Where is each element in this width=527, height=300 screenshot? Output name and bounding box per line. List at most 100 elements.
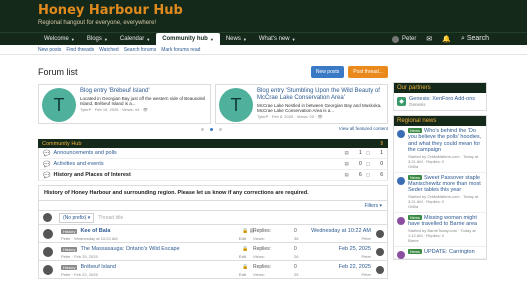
thread-title[interactable]: The Massasauga: Ontario's Wild Escape: [80, 246, 179, 252]
search-button[interactable]: ⌕ Search: [461, 35, 489, 43]
chevron-down-icon[interactable]: ▼: [71, 37, 75, 42]
prefix-badge[interactable]: History: [61, 228, 78, 234]
news-forum[interactable]: Orillia: [408, 164, 483, 169]
partner-item[interactable]: ◆ Genesis: XenForo Add-ons Genesis: [394, 93, 486, 110]
replies-label: Replies:: [253, 264, 272, 270]
site-title[interactable]: Honey Harbour Hub: [38, 3, 489, 18]
chevron-down-icon[interactable]: ▼: [210, 37, 214, 42]
last-post-user[interactable]: Peter: [361, 254, 371, 259]
news-item[interactable]: News UPDATE: Carrington: [394, 247, 486, 260]
news-tag: News: [408, 128, 423, 133]
chevron-down-icon[interactable]: ▼: [292, 37, 296, 42]
partner-logo-icon: ◆: [397, 97, 406, 106]
avatar[interactable]: [397, 216, 405, 225]
carousel-dot[interactable]: [210, 128, 213, 131]
tab-welcome[interactable]: Welcome ▼: [38, 33, 81, 46]
subnav-mark-forums-read[interactable]: Mark forums read: [161, 47, 200, 53]
filters-button[interactable]: Filters ▾: [364, 203, 382, 209]
avatar[interactable]: [376, 266, 384, 274]
news-item[interactable]: News Sweet Passover staple Manischewitz m…: [394, 173, 486, 213]
replies-label: Replies:: [253, 246, 272, 252]
posts-icon: ▢: [365, 161, 370, 166]
news-meta: Started by OrilliaMatters.com · Today at…: [408, 153, 479, 164]
subnav-new-posts[interactable]: New posts: [38, 47, 61, 53]
last-post-user[interactable]: Peter: [361, 236, 371, 241]
last-post-user[interactable]: Peter: [361, 272, 371, 277]
subnav-find-threads[interactable]: Find threads: [66, 47, 94, 53]
forum-row[interactable]: 💬 Activities and events ▤ 0 ▢ 0: [38, 159, 388, 170]
collapse-icon[interactable]: ⇕: [379, 141, 384, 147]
avatar[interactable]: [43, 229, 53, 239]
prefix-badge[interactable]: History: [61, 246, 78, 252]
inbox-icon[interactable]: ✉: [426, 35, 432, 43]
avatar[interactable]: [397, 130, 405, 138]
forum-row[interactable]: 💬 Announcements and polls ▤ 1 ▢ 1: [38, 148, 388, 159]
edit-link[interactable]: Edit: [239, 254, 246, 259]
last-post-date[interactable]: Wednesday at 10:22 AM: [311, 228, 371, 234]
news-title[interactable]: UPDATE: Carrington: [424, 249, 475, 255]
prefix-badge[interactable]: History: [61, 264, 78, 270]
tab-calendar[interactable]: Calendar ▼: [114, 33, 156, 46]
thread-row[interactable]: History Kee of Bala Peter · Wednesday at …: [38, 225, 388, 243]
featured-title[interactable]: Blog entry 'Brébeuf Island': [80, 88, 207, 95]
tab-blogs[interactable]: Blogs ▼: [81, 33, 114, 46]
replies-label: Replies:: [253, 228, 272, 234]
user-menu[interactable]: Peter: [392, 35, 416, 43]
post-thread-button[interactable]: Post thread...: [348, 66, 388, 78]
lock-icon: 🔒: [242, 264, 249, 270]
avatar[interactable]: [397, 176, 405, 185]
chevron-down-icon[interactable]: ▼: [146, 37, 150, 42]
edit-link[interactable]: Edit: [239, 236, 246, 241]
news-forum[interactable]: Orillia: [408, 204, 483, 209]
carousel-dot[interactable]: [201, 128, 204, 131]
news-item[interactable]: News Who's behind the 'Do you believe the…: [394, 126, 486, 173]
featured-title[interactable]: Blog entry 'Stumbling Upon the Wild Beau…: [257, 88, 384, 102]
forum-row[interactable]: 💬 History and Places of Interest ▤ 6 ▢ 6: [38, 170, 388, 181]
site-tagline: Regional hangout for everyone, everywher…: [38, 20, 157, 26]
forum-title[interactable]: History and Places of Interest: [53, 172, 344, 178]
category-title[interactable]: Community Hub: [42, 141, 81, 147]
tab-news[interactable]: News ▼: [220, 33, 253, 46]
threads-icon: ▤: [344, 150, 349, 155]
last-post-date[interactable]: Feb 25, 2025: [339, 246, 371, 252]
view-all-featured-link[interactable]: View all featured content: [339, 126, 388, 131]
featured-card[interactable]: T Blog entry 'Stumbling Upon the Wild Be…: [215, 84, 388, 124]
thread-title[interactable]: Brébeuf Island: [80, 264, 115, 270]
featured-content: T Blog entry 'Brébeuf Island' Located in…: [38, 84, 388, 124]
new-posts-button[interactable]: New posts: [310, 66, 345, 78]
avatar[interactable]: [43, 247, 53, 257]
thread-meta: Peter · Feb 25, 2025: [61, 254, 98, 259]
forum-title[interactable]: Announcements and polls: [53, 150, 344, 156]
lock-icon: 🔒: [242, 246, 249, 252]
news-forum[interactable]: Barrie: [408, 238, 483, 243]
thread-title[interactable]: Kee of Bala: [80, 228, 110, 234]
avatar[interactable]: [43, 265, 53, 275]
threads-icon: ▤: [344, 172, 349, 177]
chevron-down-icon[interactable]: ▼: [104, 37, 108, 42]
last-post-date[interactable]: Feb 22, 2025: [339, 264, 371, 270]
forum-icon: 💬: [43, 161, 51, 168]
carousel-dot[interactable]: [219, 128, 222, 131]
avatar[interactable]: T: [219, 88, 253, 122]
thread-title-input[interactable]: Thread title: [98, 215, 123, 221]
avatar[interactable]: [397, 250, 405, 259]
thread-row[interactable]: History Brébeuf Island Peter · Feb 22, 20…: [38, 261, 388, 279]
thread-row[interactable]: History The Massasauga: Ontario's Wild Es…: [38, 243, 388, 261]
edit-link[interactable]: Edit: [239, 272, 246, 277]
forum-title[interactable]: Activities and events: [53, 161, 344, 167]
featured-card[interactable]: T Blog entry 'Brébeuf Island' Located in…: [38, 84, 211, 124]
subnav-watched[interactable]: Watched: [99, 47, 119, 53]
avatar[interactable]: [376, 230, 384, 238]
avatar[interactable]: [376, 248, 384, 256]
chevron-down-icon[interactable]: ▼: [243, 37, 247, 42]
thread-meta: Peter · Feb 22, 2025: [61, 272, 98, 277]
regional-news-block: Regional news News Who's behind the 'Do y…: [393, 115, 487, 261]
tab-community-hub[interactable]: Community hub ▼: [156, 32, 220, 46]
subnav-search-forums[interactable]: Search forums: [124, 47, 157, 53]
tab-whats-new[interactable]: What's new ▼: [253, 33, 302, 46]
news-item[interactable]: News Missing woman might have travelled t…: [394, 213, 486, 247]
prefix-select[interactable]: (No prefix) ▾: [59, 212, 95, 223]
threads-icon: ▤: [344, 161, 349, 166]
bell-icon[interactable]: 🔔: [442, 35, 451, 43]
avatar[interactable]: T: [42, 88, 76, 122]
